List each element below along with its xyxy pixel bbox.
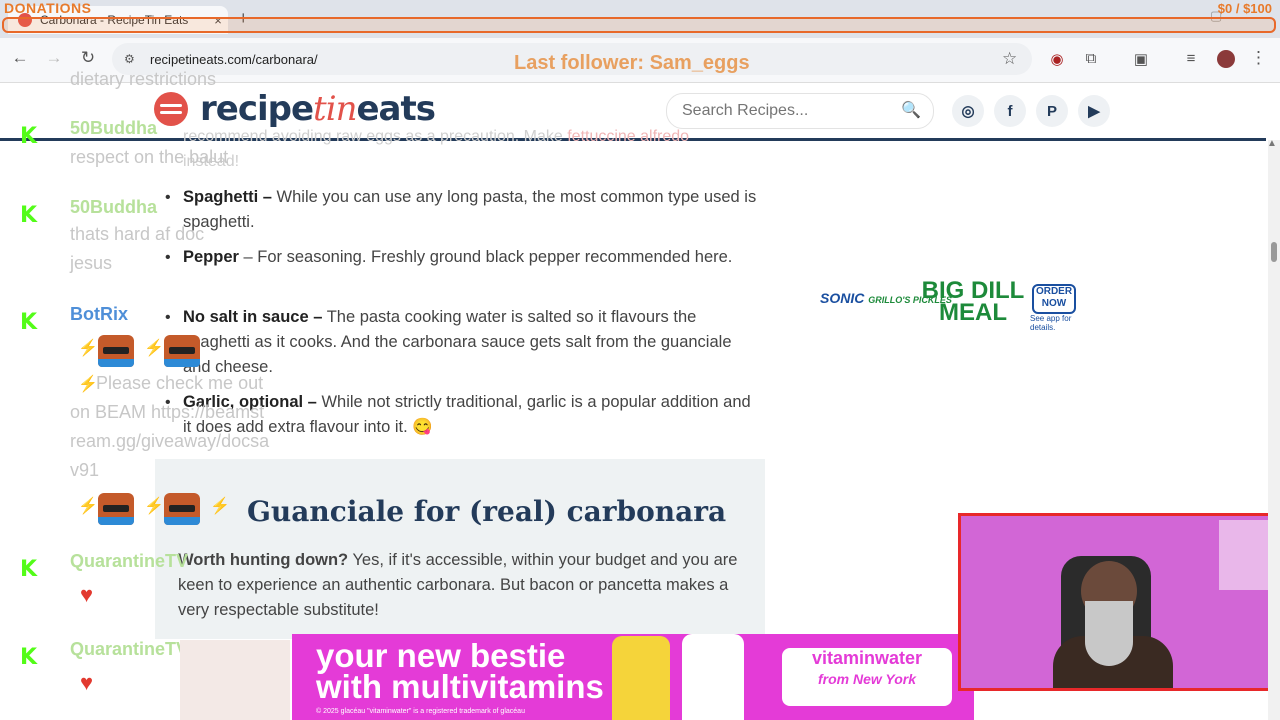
chat-message: Please check me out on BEAM https://beam…: [70, 373, 270, 480]
sunglasses-emote-icon: [164, 335, 200, 367]
search-icon[interactable]: 🔍: [901, 100, 921, 120]
instagram-icon[interactable]: ◎: [952, 95, 984, 127]
bookmark-star-icon[interactable]: ☆: [1002, 49, 1017, 69]
sonic-headline: BIG DILL MEAL: [921, 277, 1025, 326]
chat-username: QuarantineTV: [70, 639, 189, 659]
sonic-note: See app for details.: [1030, 314, 1072, 332]
chat-message: respect on the balut: [70, 147, 229, 167]
bolt-emote-icon: ⚡: [144, 498, 164, 515]
kick-icon: K: [20, 310, 38, 335]
chat-username: BotRix: [70, 304, 128, 324]
ad-legal-text: © 2025 glacéau "vitaminwater" is a regis…: [316, 708, 525, 715]
kick-icon: K: [20, 203, 38, 228]
youtube-icon[interactable]: ▶: [1078, 95, 1110, 127]
heart-emote-icon: ♥: [80, 582, 94, 607]
facebook-icon[interactable]: f: [994, 95, 1026, 127]
bottle-image: [612, 636, 670, 720]
profile-avatar[interactable]: [1217, 50, 1235, 68]
chat-username: 50Buddha: [70, 118, 158, 138]
donation-progress-bar: [2, 17, 1276, 33]
sunglasses-emote-icon: [98, 335, 134, 367]
heart-emote-icon: ♥: [80, 670, 94, 695]
bolt-emote-icon: ⚡: [144, 340, 164, 357]
fettuccine-link[interactable]: fettuccine alfredo: [567, 128, 689, 145]
sunglasses-emote-icon: [164, 493, 200, 525]
ad-left-image: [180, 640, 290, 720]
bolt-emote-icon: ⚡: [78, 340, 98, 357]
streamer-webcam: [958, 513, 1280, 691]
donation-amount: $0 / $100: [1217, 1, 1272, 16]
stream-chat-overlay: dietary restrictions K 50Buddha respect …: [0, 60, 300, 720]
scrollbar-thumb[interactable]: [1271, 242, 1277, 262]
chat-username: QuarantineTV: [70, 551, 189, 571]
chat-username: 50Buddha: [70, 197, 158, 217]
vitaminwater-headline: your new bestie with multivitamins: [316, 637, 604, 705]
vitaminwater-logo: vitaminwater from New York: [782, 648, 952, 706]
media-control-icon[interactable]: ≡: [1182, 50, 1200, 68]
chat-message: thats hard af doc jesus: [70, 224, 205, 273]
bottle-image: [682, 634, 744, 720]
last-follower: Last follower: Sam_eggs: [514, 52, 750, 74]
bolt-emote-icon: ⚡: [78, 498, 98, 515]
section-title: Guanciale for (real) carbonara: [247, 495, 727, 528]
streamer-beard: [1085, 601, 1133, 666]
extension-icon[interactable]: ◉: [1048, 50, 1066, 68]
kick-icon: K: [20, 557, 38, 582]
sonic-ad[interactable]: SONIC GRILLO'S PICKLES BIG DILL MEAL ORD…: [818, 277, 1098, 332]
sidepanel-icon[interactable]: ▣: [1132, 50, 1150, 68]
pinterest-icon[interactable]: P: [1036, 95, 1068, 127]
order-now-button[interactable]: ORDER NOW: [1032, 284, 1076, 314]
kick-icon: K: [20, 124, 38, 149]
sunglasses-emote-icon: [98, 493, 134, 525]
browser-menu-icon[interactable]: ⋮: [1250, 48, 1267, 68]
vitaminwater-ad[interactable]: your new bestie with multivitamins vitami…: [292, 634, 974, 720]
webcam-window-bg: [1219, 520, 1269, 590]
donations-label: DONATIONS: [4, 0, 92, 16]
scroll-up-icon[interactable]: ▲: [1267, 138, 1277, 149]
extensions-puzzle-icon[interactable]: ⧉: [1082, 50, 1100, 68]
search-input[interactable]: [667, 101, 894, 121]
recipe-search: 🔍: [666, 93, 934, 129]
page-scrollbar[interactable]: [1268, 140, 1280, 720]
kick-icon: K: [20, 645, 38, 670]
bolt-emote-icon: ⚡: [210, 498, 230, 515]
chat-message: dietary restrictions: [70, 69, 217, 89]
